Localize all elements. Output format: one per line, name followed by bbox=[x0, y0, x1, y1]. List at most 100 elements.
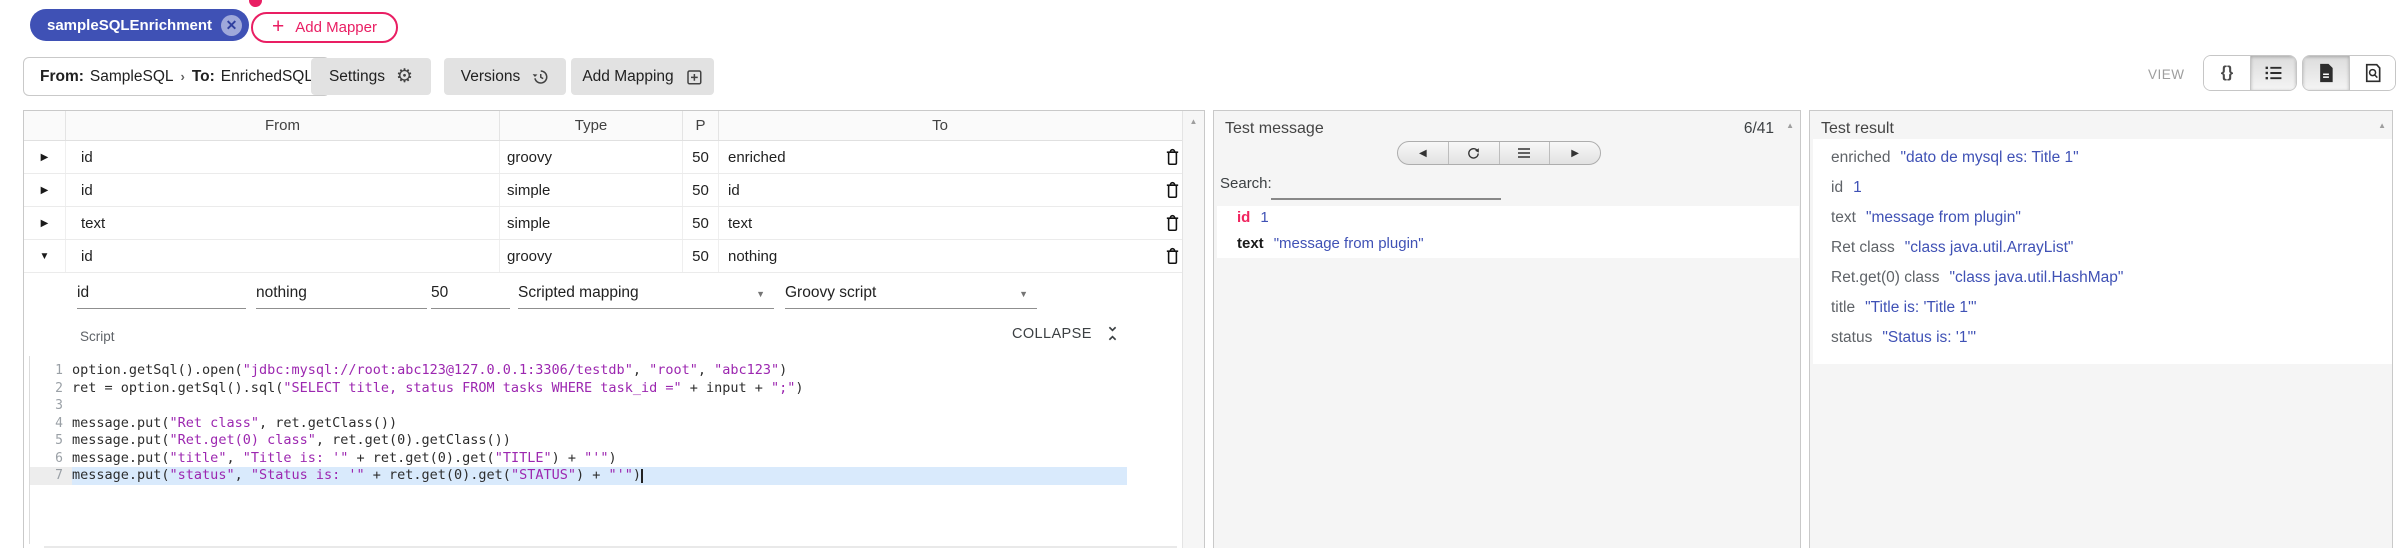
code-lines: 1option.getSql().open("jdbc:mysql://root… bbox=[30, 362, 1178, 485]
message-fields: id1text "message from plugin" bbox=[1217, 206, 1799, 261]
field-key: text bbox=[1831, 209, 1856, 227]
code-line[interactable]: 3 bbox=[30, 397, 1178, 415]
mapping-table-body: ▶idgroovy50enriched▶idsimple50id▶textsim… bbox=[24, 141, 1204, 273]
delete-row-button[interactable] bbox=[1161, 141, 1184, 173]
delete-row-button[interactable] bbox=[1161, 207, 1184, 239]
close-icon[interactable]: ✕ bbox=[221, 15, 242, 36]
row-type-value: groovy bbox=[500, 141, 683, 173]
delete-row-button[interactable] bbox=[1161, 240, 1184, 272]
collapse-row-icon[interactable]: ▼ bbox=[24, 240, 66, 272]
list-view-button[interactable] bbox=[2250, 56, 2296, 90]
view-toggle-group-pane bbox=[2302, 55, 2396, 91]
mapping-panel-scrollbar[interactable]: ▲ bbox=[1182, 111, 1204, 548]
line-number: 3 bbox=[30, 397, 72, 415]
raw-view-button[interactable] bbox=[1499, 142, 1550, 164]
mapping-table-row[interactable]: ▶idgroovy50enriched bbox=[24, 141, 1184, 174]
mapping-table-row[interactable]: ▶idsimple50id bbox=[24, 174, 1184, 207]
field-key: text bbox=[1237, 235, 1264, 252]
result-field-row: enriched"dato de mysql es: Title 1" bbox=[1831, 149, 2392, 179]
to-label: To: bbox=[192, 68, 215, 86]
json-view-button[interactable]: {} bbox=[2204, 56, 2250, 90]
from-column-header: From bbox=[66, 111, 500, 140]
code-line[interactable]: 2ret = option.getSql().sql("SELECT title… bbox=[30, 380, 1178, 398]
expand-row-icon[interactable]: ▶ bbox=[24, 174, 66, 206]
test-result-card: enriched"dato de mysql es: Title 1"id1te… bbox=[1813, 139, 2392, 364]
row-to-value: nothing bbox=[719, 240, 1161, 272]
script-language-select[interactable]: Groovy script ▼ bbox=[785, 278, 1037, 309]
groovy-script-editor[interactable]: 1option.getSql().open("jdbc:mysql://root… bbox=[29, 356, 1178, 544]
row-from-value: id bbox=[66, 240, 500, 272]
code-text: ret = option.getSql().sql("SELECT title,… bbox=[72, 380, 804, 398]
code-line[interactable]: 7message.put("status", "Status is: '" + … bbox=[30, 467, 1178, 485]
field-key: Ret class bbox=[1831, 239, 1895, 257]
result-field-row: id1 bbox=[1831, 179, 2392, 209]
text-cursor bbox=[641, 469, 643, 483]
from-label: From: bbox=[40, 68, 84, 86]
test-message-panel: Test message 6/41 ▲ ◀ ▶ Search: id1text "… bbox=[1213, 110, 1801, 548]
field-value: "message from plugin" bbox=[1274, 235, 1424, 252]
mapping-panel: From Type P To ▶idgroovy50enriched▶idsim… bbox=[23, 110, 1205, 548]
collapse-button[interactable]: COLLAPSE bbox=[1012, 325, 1120, 342]
message-field-row: text "message from plugin" bbox=[1217, 235, 1799, 261]
editor-priority-field[interactable]: 50 bbox=[431, 278, 510, 309]
row-from-value: id bbox=[66, 141, 500, 173]
list-icon bbox=[2264, 65, 2283, 81]
message-field-row: id1 bbox=[1217, 209, 1799, 235]
scroll-up-icon[interactable]: ▲ bbox=[1183, 117, 1204, 126]
add-mapping-button[interactable]: Add Mapping bbox=[571, 58, 714, 95]
result-field-row: Ret class "class java.util.ArrayList" bbox=[1831, 239, 2392, 269]
expand-row-icon[interactable]: ▶ bbox=[24, 207, 66, 239]
chevron-down-icon: ▼ bbox=[756, 289, 765, 299]
line-number: 7 bbox=[30, 467, 72, 485]
code-line[interactable]: 4message.put("Ret class", ret.getClass()… bbox=[30, 415, 1178, 433]
refresh-button[interactable] bbox=[1448, 142, 1499, 164]
editor-from-field[interactable]: id bbox=[77, 278, 246, 309]
row-p-value: 50 bbox=[683, 141, 719, 173]
mapper-chip[interactable]: sampleSQLEnrichment ✕ bbox=[30, 9, 249, 41]
line-number: 5 bbox=[30, 432, 72, 450]
code-line[interactable]: 1option.getSql().open("jdbc:mysql://root… bbox=[30, 362, 1178, 380]
document-view-button[interactable] bbox=[2303, 56, 2349, 90]
code-line[interactable]: 5message.put("Ret.get(0) class", ret.get… bbox=[30, 432, 1178, 450]
editor-from-value: id bbox=[77, 284, 89, 302]
collapse-label: COLLAPSE bbox=[1012, 326, 1092, 342]
previous-message-button[interactable]: ◀ bbox=[1398, 142, 1448, 164]
code-line[interactable]: 6message.put("title", "Title is: '" + re… bbox=[30, 450, 1178, 468]
expander-column-header bbox=[24, 111, 66, 140]
editor-to-value: nothing bbox=[256, 284, 307, 302]
document-search-icon bbox=[2364, 63, 2382, 83]
settings-label: Settings bbox=[329, 68, 385, 86]
scroll-up-icon[interactable]: ▲ bbox=[1786, 121, 1794, 130]
editor-to-field[interactable]: nothing bbox=[256, 278, 427, 309]
mapping-table-row[interactable]: ▶textsimple50text bbox=[24, 207, 1184, 240]
delete-row-button[interactable] bbox=[1161, 174, 1184, 206]
row-p-value: 50 bbox=[683, 207, 719, 239]
preview-search-button[interactable] bbox=[2349, 56, 2395, 90]
chevron-down-icon: ▼ bbox=[1019, 289, 1028, 299]
add-mapper-button[interactable]: + Add Mapper bbox=[251, 12, 398, 43]
code-text: message.put("Ret class", ret.getClass()) bbox=[72, 415, 397, 433]
settings-button[interactable]: Settings ⚙ bbox=[311, 58, 431, 95]
line-number: 1 bbox=[30, 362, 72, 380]
p-column-header: P bbox=[683, 111, 719, 140]
scroll-up-icon[interactable]: ▲ bbox=[2378, 121, 2386, 130]
script-language-value: Groovy script bbox=[785, 284, 876, 302]
lines-icon bbox=[1516, 147, 1532, 159]
line-number: 2 bbox=[30, 380, 72, 398]
actions-column-header bbox=[1161, 111, 1184, 140]
mapping-table-row[interactable]: ▼idgroovy50nothing bbox=[24, 240, 1184, 273]
expand-row-icon[interactable]: ▶ bbox=[24, 141, 66, 173]
field-key: status bbox=[1831, 329, 1872, 347]
result-field-row: title"Title is: 'Title 1'" bbox=[1831, 299, 2392, 329]
field-value: "Status is: '1'" bbox=[1882, 329, 1976, 347]
trash-icon bbox=[1164, 214, 1181, 233]
next-message-button[interactable]: ▶ bbox=[1549, 142, 1600, 164]
test-message-title: Test message bbox=[1225, 120, 1324, 138]
mapping-type-select[interactable]: Scripted mapping ▼ bbox=[518, 278, 774, 309]
field-value: "class java.util.ArrayList" bbox=[1905, 239, 2074, 257]
search-label: Search: bbox=[1220, 175, 1272, 192]
versions-button[interactable]: Versions bbox=[444, 58, 566, 95]
search-input[interactable] bbox=[1271, 183, 1501, 200]
message-counter: 6/41 bbox=[1744, 120, 1774, 138]
test-result-panel: Test result ▲ enriched"dato de mysql es:… bbox=[1809, 110, 2393, 548]
